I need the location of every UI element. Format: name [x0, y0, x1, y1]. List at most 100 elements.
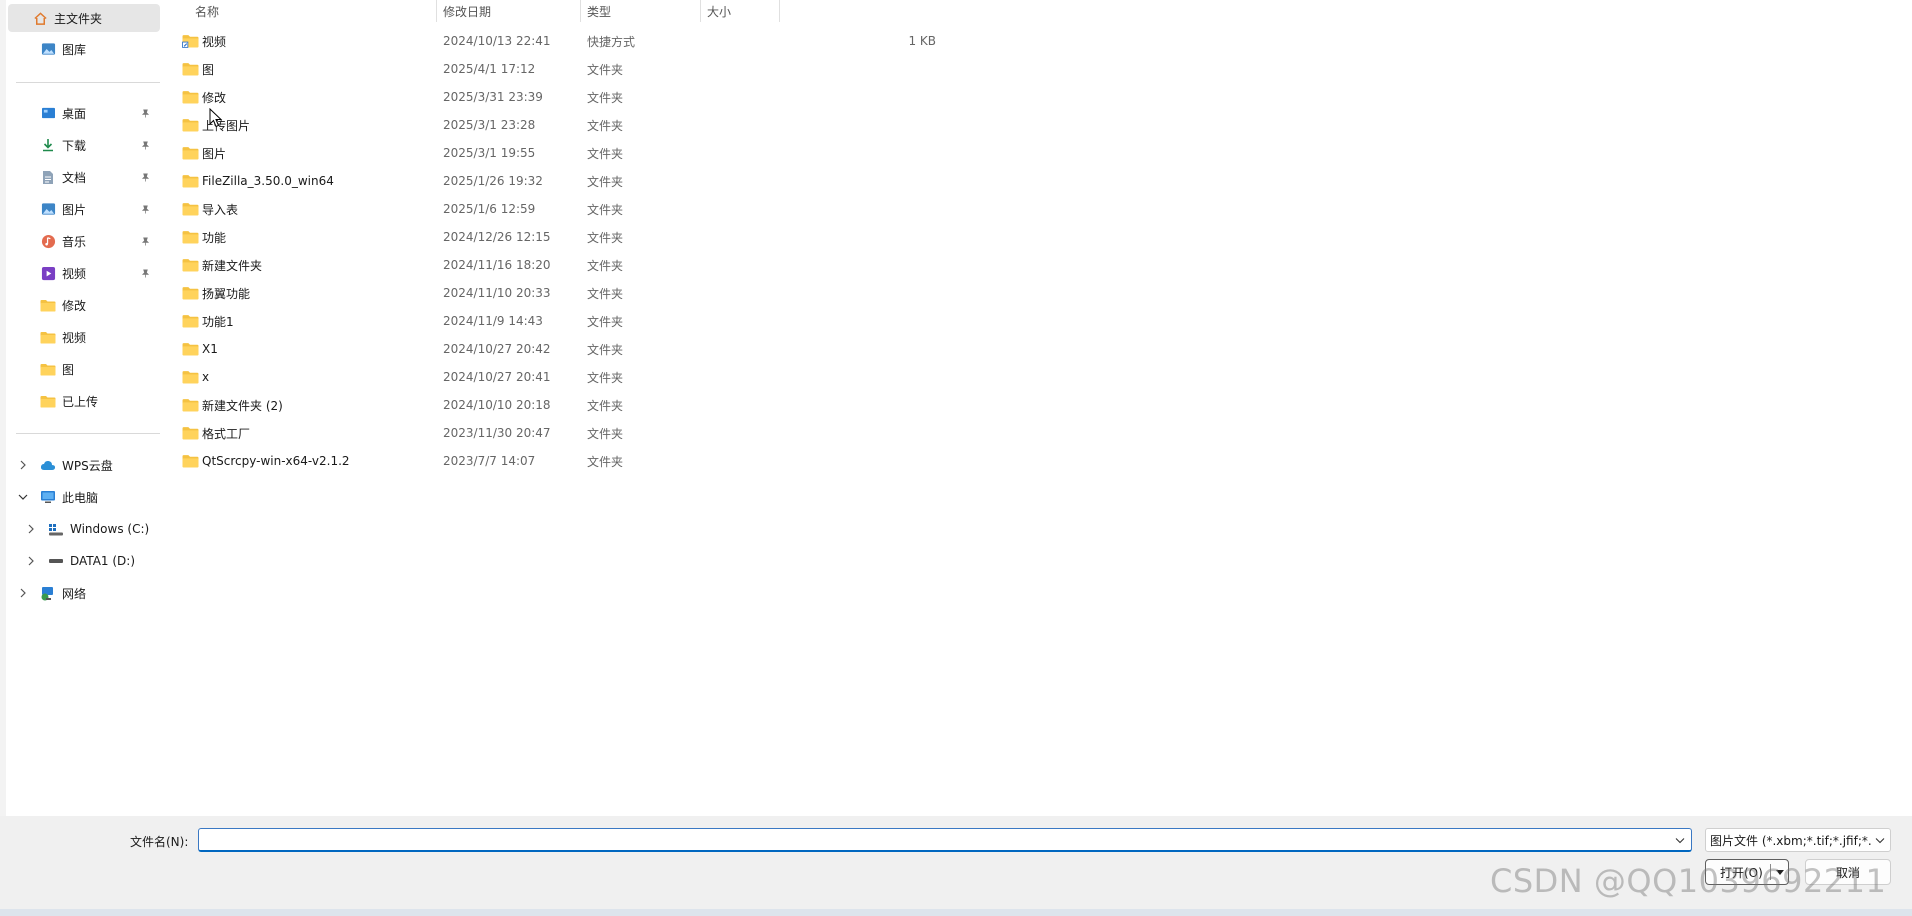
file-name: 新建文件夹 (2): [202, 398, 283, 413]
sidebar-item-documents[interactable]: 文档: [8, 163, 160, 191]
folder-icon: [182, 174, 199, 188]
file-row[interactable]: QtScrcpy-win-x64-v2.1.2 2023/7/7 14:07 文件夹: [162, 447, 942, 475]
sidebar-item-label: 图片: [62, 202, 87, 217]
column-separator[interactable]: [700, 0, 701, 22]
file-name-cell[interactable]: 新建文件夹: [182, 251, 262, 279]
file-name-cell[interactable]: 扬翼功能: [182, 279, 250, 307]
file-name-cell[interactable]: 修改: [182, 83, 226, 111]
file-row[interactable]: 图 2025/4/1 17:12 文件夹: [162, 55, 942, 83]
file-row[interactable]: FileZilla_3.50.0_win64 2025/1/26 19:32 文件夹: [162, 167, 942, 195]
drive-d-icon: [48, 553, 64, 569]
file-name-cell[interactable]: 导入表: [182, 195, 238, 223]
file-row[interactable]: 导入表 2025/1/6 12:59 文件夹: [162, 195, 942, 223]
pin-icon[interactable]: [140, 172, 150, 182]
column-name-header[interactable]: 名称: [195, 0, 219, 22]
sidebar-item-label: 视频: [62, 266, 87, 281]
file-name-cell[interactable]: 格式工厂: [182, 419, 250, 447]
sidebar-item-wps-cloud[interactable]: WPS云盘: [8, 451, 160, 479]
file-type: 文件夹: [587, 286, 624, 301]
column-date-header[interactable]: 修改日期: [443, 0, 491, 22]
file-name-cell[interactable]: QtScrcpy-win-x64-v2.1.2: [182, 447, 350, 475]
sidebar-item-desktop[interactable]: 桌面: [8, 99, 160, 127]
column-separator[interactable]: [580, 0, 581, 22]
file-name-cell[interactable]: 功能: [182, 223, 226, 251]
file-date: 2025/4/1 17:12: [443, 62, 536, 76]
file-size-cell: 1 KB: [706, 27, 936, 55]
file-name-cell[interactable]: 新建文件夹 (2): [182, 391, 283, 419]
chevron-right-icon[interactable]: [24, 522, 38, 536]
file-row[interactable]: 扬翼功能 2024/11/10 20:33 文件夹: [162, 279, 942, 307]
file-name-cell[interactable]: 视频: [182, 27, 226, 55]
sidebar-item-network[interactable]: 网络: [8, 579, 160, 607]
folder-icon: [182, 342, 199, 356]
sidebar-item-drive-d[interactable]: DATA1 (D:): [8, 547, 160, 575]
chevron-down-icon[interactable]: [1874, 834, 1886, 846]
file-name-cell[interactable]: 图: [182, 55, 214, 83]
filename-input[interactable]: [203, 829, 1667, 851]
chevron-down-icon[interactable]: [16, 490, 30, 504]
file-row[interactable]: 修改 2025/3/31 23:39 文件夹: [162, 83, 942, 111]
sidebar-item-videos[interactable]: 视频: [8, 259, 160, 287]
file-name-cell[interactable]: FileZilla_3.50.0_win64: [182, 167, 334, 195]
file-name-cell[interactable]: X1: [182, 335, 218, 363]
column-size-header[interactable]: 大小: [707, 0, 731, 22]
sidebar-item-folder-uploaded[interactable]: 已上传: [8, 387, 160, 415]
file-row[interactable]: 功能1 2024/11/9 14:43 文件夹: [162, 307, 942, 335]
file-date: 2025/1/6 12:59: [443, 202, 536, 216]
sidebar-item-this-pc[interactable]: 此电脑: [8, 483, 160, 511]
folder-icon: [182, 258, 199, 272]
sidebar-item-drive-c[interactable]: Windows (C:): [8, 515, 160, 543]
file-date: 2024/11/16 18:20: [443, 258, 551, 272]
file-size-cell: [706, 83, 936, 111]
file-type: 文件夹: [587, 258, 624, 273]
pin-icon[interactable]: [140, 140, 150, 150]
file-row[interactable]: 新建文件夹 (2) 2024/10/10 20:18 文件夹: [162, 391, 942, 419]
sidebar-item-home[interactable]: 主文件夹: [8, 4, 160, 32]
sidebar-item-folder-xiugai[interactable]: 修改: [8, 291, 160, 319]
sidebar-item-label: 文档: [62, 170, 87, 185]
sidebar-item-music[interactable]: 音乐: [8, 227, 160, 255]
folder-icon: [182, 202, 199, 216]
pin-icon[interactable]: [140, 204, 150, 214]
sidebar-item-folder-shipin[interactable]: 视频: [8, 323, 160, 351]
sidebar-item-folder-tu[interactable]: 图: [8, 355, 160, 383]
file-row[interactable]: 格式工厂 2023/11/30 20:47 文件夹: [162, 419, 942, 447]
sidebar-item-pictures[interactable]: 图片: [8, 195, 160, 223]
file-type-filter[interactable]: 图片文件 (*.xbm;*.tif;*.jfif;*.pjp: [1705, 828, 1891, 852]
sidebar-item-downloads[interactable]: 下载: [8, 131, 160, 159]
sidebar-divider: [16, 82, 160, 83]
file-row[interactable]: 功能 2024/12/26 12:15 文件夹: [162, 223, 942, 251]
file-row[interactable]: 视频 2024/10/13 22:41 快捷方式 1 KB: [162, 27, 942, 55]
column-separator[interactable]: [779, 0, 780, 22]
file-date: 2024/10/13 22:41: [443, 34, 551, 48]
file-date: 2024/10/27 20:42: [443, 342, 551, 356]
folder-icon: [182, 286, 199, 300]
sidebar-item-gallery[interactable]: 图库: [8, 35, 160, 63]
file-date: 2024/11/10 20:33: [443, 286, 551, 300]
column-separator[interactable]: [436, 0, 437, 22]
file-name: 导入表: [202, 202, 239, 217]
file-name: 格式工厂: [202, 426, 251, 441]
chevron-right-icon[interactable]: [16, 458, 30, 472]
network-icon: [40, 585, 56, 601]
pin-icon[interactable]: [140, 108, 150, 118]
cloud-icon: [40, 457, 56, 473]
pin-icon[interactable]: [140, 236, 150, 246]
file-name-cell[interactable]: 图片: [182, 139, 226, 167]
file-row[interactable]: 图片 2025/3/1 19:55 文件夹: [162, 139, 942, 167]
file-row[interactable]: X1 2024/10/27 20:42 文件夹: [162, 335, 942, 363]
file-row[interactable]: x 2024/10/27 20:41 文件夹: [162, 363, 942, 391]
sidebar-divider: [16, 433, 160, 434]
file-row[interactable]: 上传图片 2025/3/1 23:28 文件夹: [162, 111, 942, 139]
filename-combobox[interactable]: [198, 828, 1692, 852]
file-name-cell[interactable]: x: [182, 363, 209, 391]
column-type-header[interactable]: 类型: [587, 0, 611, 22]
file-name: 图: [202, 62, 215, 77]
pin-icon[interactable]: [140, 268, 150, 278]
chevron-right-icon[interactable]: [16, 586, 30, 600]
file-date: 2024/10/10 20:18: [443, 398, 551, 412]
chevron-right-icon[interactable]: [24, 554, 38, 568]
chevron-down-icon[interactable]: [1673, 833, 1687, 847]
file-row[interactable]: 新建文件夹 2024/11/16 18:20 文件夹: [162, 251, 942, 279]
file-name-cell[interactable]: 功能1: [182, 307, 234, 335]
